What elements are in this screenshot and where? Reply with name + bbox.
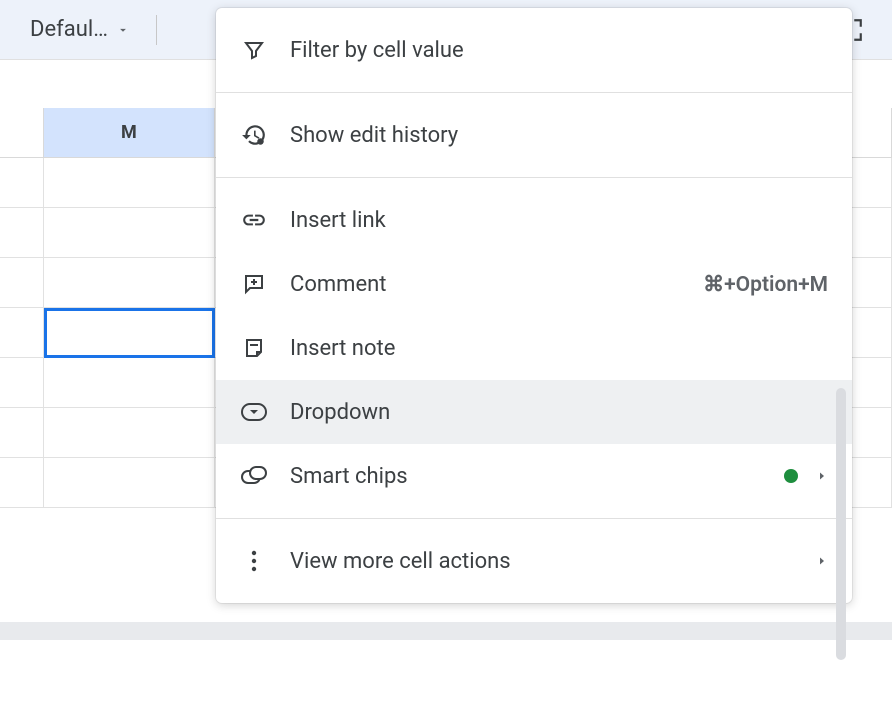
menu-item-more-actions[interactable]: View more cell actions [216,529,852,593]
menu-label: View more cell actions [290,549,794,574]
comment-icon [240,270,268,298]
chevron-right-icon [816,469,828,483]
menu-separator [216,177,852,178]
menu-label: Insert link [290,208,828,233]
menu-label: Smart chips [290,464,762,489]
font-name-label: Defaul… [30,17,108,42]
menu-item-insert-note[interactable]: Insert note [216,316,852,380]
active-cell[interactable] [44,308,215,358]
corner-cell[interactable] [0,108,44,158]
column-header-m[interactable]: M [44,108,215,158]
more-vertical-icon [240,547,268,575]
chevron-right-icon [816,554,828,568]
history-icon [240,121,268,149]
context-menu: Filter by cell value Show edit history I… [216,8,852,603]
menu-label: Filter by cell value [290,38,828,63]
keyboard-shortcut: ⌘+Option+M [703,272,828,297]
sheet-tab-strip [0,622,892,640]
menu-item-filter[interactable]: Filter by cell value [216,18,852,82]
filter-icon [240,36,268,64]
dropdown-icon [240,398,268,426]
menu-label: Dropdown [290,400,828,425]
menu-scrollbar[interactable] [836,388,846,660]
smart-chips-icon [240,462,268,490]
menu-separator [216,92,852,93]
toolbar-separator [156,15,157,45]
menu-item-insert-link[interactable]: Insert link [216,188,852,252]
menu-item-smart-chips[interactable]: Smart chips [216,444,852,508]
note-icon [240,334,268,362]
menu-item-comment[interactable]: Comment ⌘+Option+M [216,252,852,316]
menu-item-dropdown[interactable]: Dropdown [216,380,852,444]
font-selector[interactable]: Defaul… [20,11,140,48]
menu-separator [216,518,852,519]
menu-label: Comment [290,272,681,297]
menu-label: Insert note [290,336,828,361]
submenu-indicator [784,469,828,483]
caret-down-icon [116,23,130,37]
column-label: M [121,122,137,143]
status-dot-icon [784,469,798,483]
link-icon [240,206,268,234]
menu-label: Show edit history [290,123,828,148]
menu-item-history[interactable]: Show edit history [216,103,852,167]
